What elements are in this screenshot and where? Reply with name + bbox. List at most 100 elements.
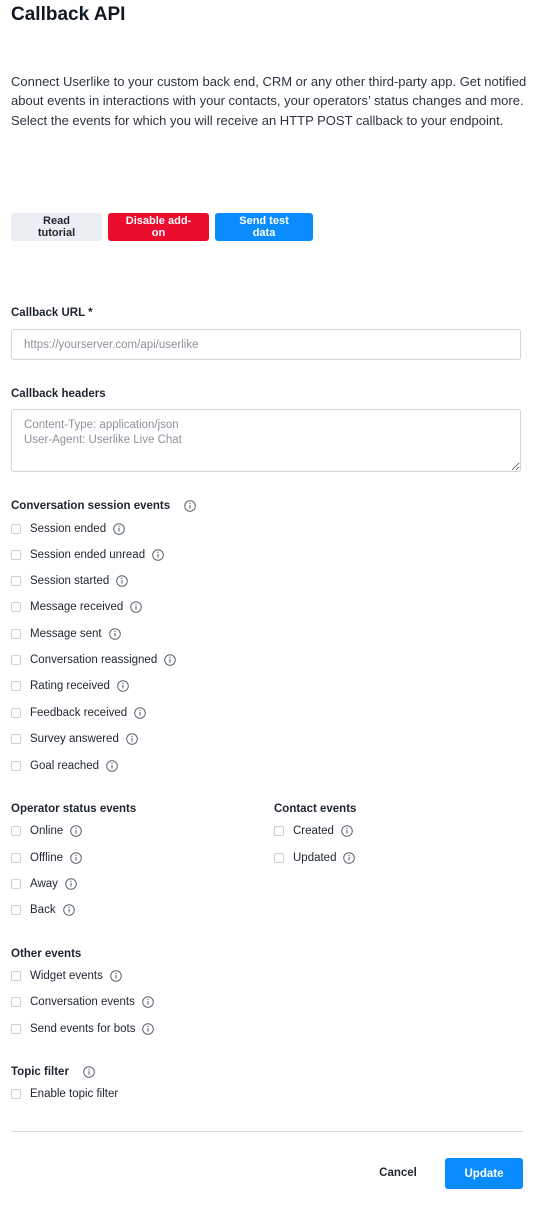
checkbox[interactable]	[11, 629, 21, 639]
checkbox[interactable]	[11, 853, 21, 863]
checkbox[interactable]	[274, 853, 284, 863]
info-icon[interactable]	[130, 601, 143, 613]
checkbox[interactable]	[274, 826, 284, 836]
checkbox[interactable]	[11, 826, 21, 836]
checkbox-label: Session started	[30, 575, 110, 587]
checkbox-message-received[interactable]: Message received	[11, 601, 143, 613]
checkbox[interactable]	[11, 550, 21, 560]
checkbox[interactable]	[11, 734, 21, 744]
info-icon[interactable]	[62, 904, 75, 916]
checkbox-away[interactable]: Away	[11, 878, 77, 890]
checkbox-conversation-reassigned[interactable]: Conversation reassigned	[11, 654, 177, 666]
checkbox-session-started[interactable]: Session started	[11, 575, 129, 587]
info-icon[interactable]	[117, 680, 129, 692]
checkbox-label: Widget events	[30, 970, 103, 982]
other-events-title: Other events	[11, 948, 82, 960]
conversation-session-events-section: Conversation session events	[11, 500, 196, 512]
contact-events-title: Contact events	[274, 803, 357, 815]
checkbox-enable-topic-filter[interactable]: Enable topic filter	[11, 1088, 118, 1100]
operator-status-events-section: Operator status events	[11, 803, 136, 815]
other-events-section: Other events	[11, 948, 81, 960]
info-icon[interactable]	[70, 852, 82, 864]
info-icon[interactable]	[65, 878, 77, 890]
checkbox-label: Online	[30, 825, 64, 837]
send-test-data-button[interactable]: Send test data	[215, 213, 313, 241]
info-icon[interactable]	[110, 970, 122, 982]
checkbox[interactable]	[11, 997, 21, 1007]
intro-text: Connect Userlike to your custom back end…	[11, 74, 527, 128]
conversation-session-events-title: Conversation session events	[11, 500, 171, 512]
checkbox-label: Session ended	[30, 523, 107, 535]
callback-url-input[interactable]	[11, 329, 521, 360]
info-icon[interactable]	[152, 549, 164, 561]
checkbox-label: Send events for bots	[30, 1023, 136, 1035]
callback-api-page: Callback API Connect Userlike to your cu…	[0, 0, 543, 1206]
checkbox-online[interactable]: Online	[11, 825, 83, 837]
checkbox-label: Goal reached	[30, 760, 100, 772]
callback-headers-label: Callback headers	[11, 388, 106, 400]
callback-headers-textarea[interactable]	[11, 409, 521, 472]
update-button[interactable]: Update	[445, 1158, 523, 1189]
checkbox-back[interactable]: Back	[11, 904, 75, 916]
checkbox[interactable]	[11, 879, 21, 889]
info-icon[interactable]	[108, 628, 121, 640]
checkbox[interactable]	[11, 761, 21, 771]
checkbox-offline[interactable]: Offline	[11, 852, 82, 864]
info-icon[interactable]	[83, 1066, 95, 1078]
operator-status-events-title: Operator status events	[11, 803, 137, 815]
checkbox-created[interactable]: Created	[274, 825, 353, 837]
checkbox[interactable]	[11, 655, 21, 665]
checkbox-label: Session ended unread	[30, 549, 146, 561]
info-icon[interactable]	[113, 523, 125, 535]
checkbox-label: Offline	[30, 852, 64, 864]
checkbox-label: Created	[293, 825, 334, 837]
info-icon[interactable]	[184, 500, 196, 512]
checkbox[interactable]	[11, 708, 21, 718]
checkbox-session-ended[interactable]: Session ended	[11, 523, 125, 535]
checkbox[interactable]	[11, 1024, 21, 1034]
info-icon[interactable]	[70, 825, 83, 837]
page-title: Callback API	[11, 4, 126, 25]
checkbox[interactable]	[11, 681, 21, 691]
read-tutorial-button[interactable]: Read tutorial	[11, 213, 102, 241]
checkbox-label: Message sent	[30, 628, 102, 640]
checkbox-goal-reached[interactable]: Goal reached	[11, 760, 118, 772]
info-icon[interactable]	[106, 760, 118, 772]
cancel-button[interactable]: Cancel	[370, 1159, 426, 1187]
info-icon[interactable]	[142, 1023, 155, 1035]
checkbox[interactable]	[11, 971, 21, 981]
info-icon[interactable]	[343, 852, 356, 864]
checkbox-label: Enable topic filter	[30, 1088, 119, 1100]
info-icon[interactable]	[164, 654, 177, 666]
info-icon[interactable]	[341, 825, 353, 837]
info-icon[interactable]	[116, 575, 129, 587]
checkbox[interactable]	[11, 576, 21, 586]
checkbox[interactable]	[11, 1089, 21, 1099]
checkbox-label: Survey answered	[30, 733, 119, 745]
checkbox-label: Rating received	[30, 680, 110, 692]
checkbox-label: Away	[30, 878, 58, 890]
checkbox-label: Conversation events	[30, 996, 135, 1008]
checkbox-widget-events[interactable]: Widget events	[11, 970, 122, 982]
checkbox-conversation-events[interactable]: Conversation events	[11, 996, 154, 1008]
checkbox-session-ended-unread[interactable]: Session ended unread	[11, 549, 164, 561]
contact-events-section: Contact events	[274, 803, 356, 815]
checkbox[interactable]	[11, 905, 21, 915]
topic-filter-title: Topic filter	[11, 1066, 69, 1078]
checkbox-send-events-for-bots[interactable]: Send events for bots	[11, 1023, 155, 1035]
checkbox[interactable]	[11, 524, 21, 534]
checkbox-feedback-received[interactable]: Feedback received	[11, 707, 146, 719]
checkbox-label: Message received	[30, 601, 124, 613]
checkbox-message-sent[interactable]: Message sent	[11, 628, 121, 640]
topic-filter-section: Topic filter	[11, 1066, 95, 1078]
divider	[11, 1131, 523, 1132]
info-icon[interactable]	[134, 707, 146, 719]
info-icon[interactable]	[126, 733, 138, 745]
checkbox-rating-received[interactable]: Rating received	[11, 680, 129, 692]
checkbox[interactable]	[11, 602, 21, 612]
checkbox-updated[interactable]: Updated	[274, 852, 356, 864]
checkbox-label: Feedback received	[30, 707, 128, 719]
checkbox-survey-answered[interactable]: Survey answered	[11, 733, 138, 745]
disable-addon-button[interactable]: Disable add-on	[108, 213, 209, 241]
info-icon[interactable]	[142, 996, 154, 1008]
